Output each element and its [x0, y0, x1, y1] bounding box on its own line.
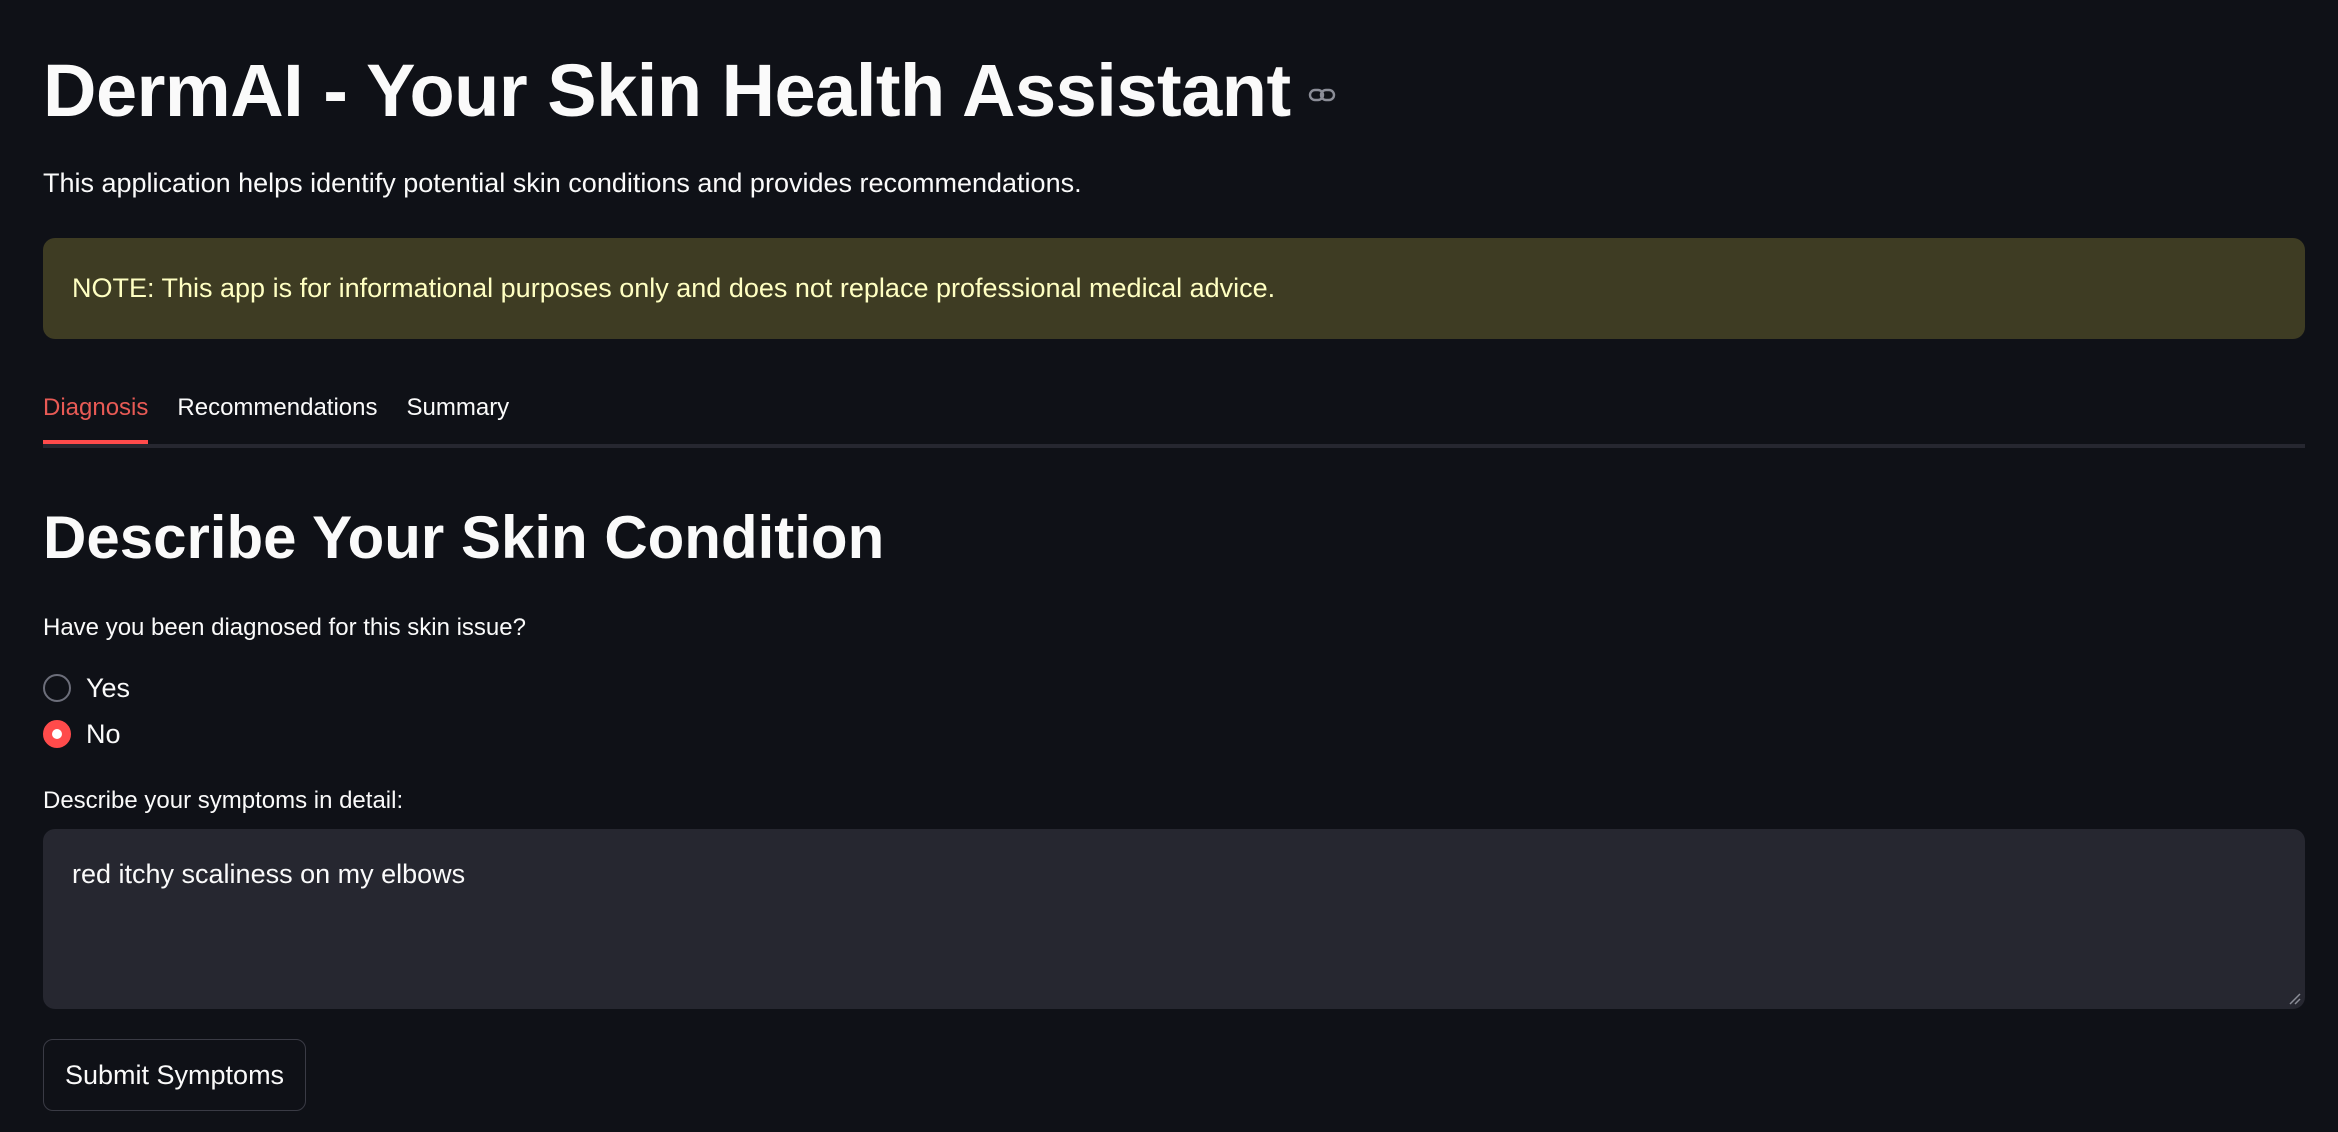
- tab-label: Summary: [406, 394, 510, 421]
- section-title: Describe Your Skin Condition: [43, 504, 885, 571]
- tab-diagnosis[interactable]: Diagnosis: [43, 380, 149, 444]
- tab-label: Diagnosis: [43, 394, 149, 421]
- radio-label-no: No: [86, 718, 121, 749]
- symptoms-label: Describe your symptoms in detail:: [43, 787, 404, 814]
- submit-symptoms-button[interactable]: Submit Symptoms: [43, 1039, 307, 1111]
- radio-option-yes[interactable]: Yes: [43, 665, 130, 711]
- radio-button-unchecked[interactable]: [43, 674, 71, 702]
- tab-recommendations[interactable]: Recommendations: [177, 380, 377, 440]
- tab-label: Recommendations: [177, 394, 378, 421]
- tab-bar: Diagnosis Recommendations Summary: [43, 380, 2305, 448]
- app-page: DermAI - Your Skin Health Assistant This…: [0, 0, 2338, 1132]
- disclaimer-text: NOTE: This app is for informational purp…: [72, 273, 1276, 303]
- disclaimer-alert: NOTE: This app is for informational purp…: [43, 238, 2305, 339]
- link-icon[interactable]: [1307, 80, 1337, 110]
- tab-summary[interactable]: Summary: [407, 380, 510, 440]
- symptoms-text: red itchy scaliness on my elbows: [72, 859, 466, 889]
- app-description: This application helps identify potentia…: [43, 168, 1082, 198]
- radio-button-checked[interactable]: [43, 720, 71, 748]
- radio-dot: [52, 729, 62, 739]
- diagnosed-question-label: Have you been diagnosed for this skin is…: [43, 614, 526, 641]
- radio-option-no[interactable]: No: [43, 711, 130, 757]
- radio-label-yes: Yes: [86, 672, 131, 703]
- diagnosed-radio-group: Yes No: [43, 665, 130, 757]
- symptoms-textarea[interactable]: red itchy scaliness on my elbows: [43, 829, 2305, 1009]
- resize-handle-icon[interactable]: [2287, 991, 2301, 1005]
- title-row: DermAI - Your Skin Health Assistant: [43, 44, 1337, 136]
- page-title: DermAI - Your Skin Health Assistant: [43, 48, 1291, 132]
